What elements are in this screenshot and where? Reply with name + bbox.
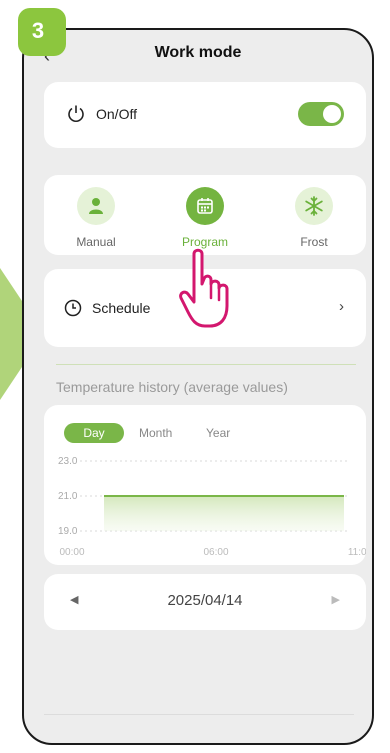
home-indicator <box>44 714 354 715</box>
x-tick-label: 00:00 <box>59 547 84 558</box>
pointing-hand-icon <box>179 248 229 328</box>
mode-program[interactable]: Program <box>165 187 245 249</box>
top-bar: ‹ Work mode <box>24 30 372 78</box>
y-tick-label: 19.0 <box>58 526 78 537</box>
mode-frost[interactable]: Frost <box>274 187 354 249</box>
temperature-chart: 23.0 21.0 19.0 00:00 06:00 11:00 <box>58 456 366 558</box>
history-title: Temperature history (average values) <box>56 379 288 395</box>
mode-card: Manual Program Frost <box>44 175 366 255</box>
chevron-right-icon: › <box>339 298 344 315</box>
mode-label-frost: Frost <box>300 235 328 249</box>
calendar-icon <box>186 187 224 225</box>
snowflake-icon <box>295 187 333 225</box>
mode-label-manual: Manual <box>76 235 116 249</box>
step-number: 3 <box>31 18 45 43</box>
divider <box>56 364 356 365</box>
mode-manual[interactable]: Manual <box>56 187 136 249</box>
series-area <box>104 496 344 531</box>
mode-label-program: Program <box>181 235 228 249</box>
y-tick-label: 23.0 <box>58 456 78 467</box>
power-card: On/Off <box>44 82 366 148</box>
clock-icon <box>64 299 82 317</box>
person-icon <box>77 187 115 225</box>
x-tick-label: 06:00 <box>203 547 228 558</box>
power-label: On/Off <box>96 106 137 122</box>
y-tick-label: 21.0 <box>58 491 78 502</box>
toggle-knob <box>323 105 341 123</box>
chart-card: Day Month Year 23.0 21.0 19.0 00:00 06:00 11:… <box>44 405 366 565</box>
power-icon <box>68 105 84 122</box>
x-tick-label: 11:00 <box>348 547 366 558</box>
date-label: 2025/04/14 <box>167 592 243 609</box>
power-toggle[interactable] <box>298 102 344 126</box>
step-badge: 3 <box>18 8 66 56</box>
schedule-label: Schedule <box>92 300 151 316</box>
date-navigator: ◀ 2025/04/14 ▶ <box>44 574 366 630</box>
page-title: Work mode <box>154 44 242 61</box>
triangle-right-icon[interactable]: ▶ <box>332 593 340 606</box>
phone-frame: ‹ Work mode On/Off Manual Program Frost … <box>22 28 374 745</box>
